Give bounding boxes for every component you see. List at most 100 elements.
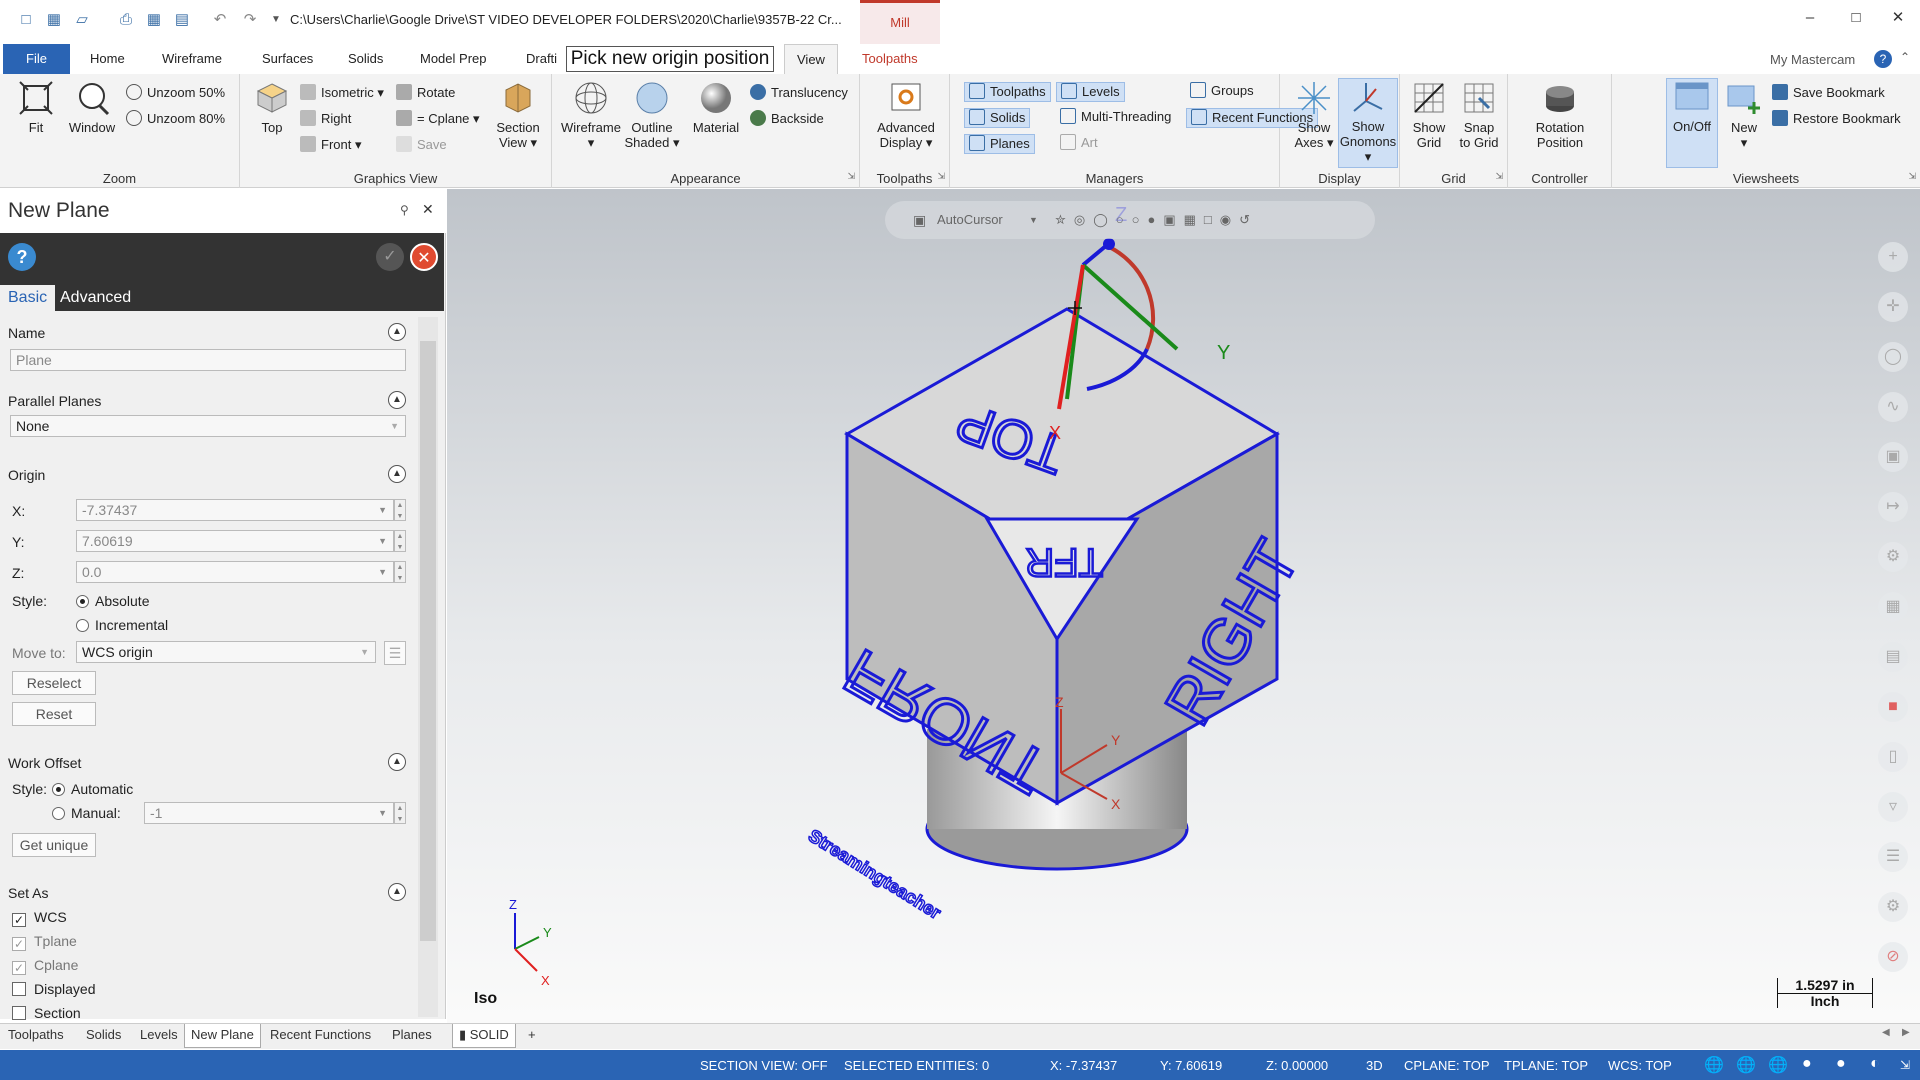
plane-name-field[interactable]: Plane	[10, 349, 406, 371]
tool-icon[interactable]: ⚙	[1878, 542, 1908, 572]
wcs-status[interactable]: WCS: TOP	[1608, 1058, 1672, 1073]
save-as-icon[interactable]: ▦	[144, 10, 164, 30]
folder-icon[interactable]: ▤	[172, 10, 192, 30]
set-as-tplane-checkbox[interactable]: ✓ Tplane	[12, 933, 77, 951]
sphere-icon[interactable]: ●	[1836, 1055, 1846, 1073]
collapse-icon[interactable]: ▲	[388, 391, 406, 409]
mill-context-tab[interactable]: Mill	[860, 0, 940, 44]
parallel-planes-select[interactable]: None ▼	[10, 415, 406, 437]
manual-radio[interactable]: Manual:	[52, 805, 121, 821]
tab-drafting[interactable]: Drafti	[514, 44, 569, 74]
layer-icon[interactable]: ▦	[1878, 592, 1908, 622]
minimize-icon[interactable]: –	[1790, 6, 1830, 30]
save-view-button[interactable]: Save	[396, 136, 447, 154]
show-gnomons-button[interactable]: Show Gnomons ▾	[1338, 78, 1398, 168]
my-mastercam-link[interactable]: My Mastercam	[1770, 52, 1855, 67]
help-icon[interactable]: ?	[1874, 50, 1892, 68]
origin-z-input[interactable]: 0.0 ▼	[76, 561, 394, 583]
close-icon[interactable]: ✕	[1878, 6, 1918, 30]
scroll-right-icon[interactable]: ▶	[1902, 1027, 1910, 1038]
print-icon[interactable]: ⎙	[116, 10, 136, 30]
orbit-icon[interactable]: ◯	[1878, 342, 1908, 372]
outline-shaded-button[interactable]: Outline Shaded ▾	[622, 80, 682, 150]
levels-manager-toggle[interactable]: Levels	[1056, 82, 1125, 102]
reset-button[interactable]: Reset	[12, 702, 96, 726]
panel-scrollbar[interactable]	[418, 317, 438, 1017]
y-spinner[interactable]: ▲ ▼	[394, 530, 406, 552]
bottom-tab-solids[interactable]: Solids	[86, 1027, 121, 1042]
bottom-tab-planes[interactable]: Planes	[392, 1027, 432, 1042]
set-as-cplane-checkbox[interactable]: ✓ Cplane	[12, 957, 78, 975]
undo-icon[interactable]: ↶	[210, 10, 230, 30]
chevron-down-icon[interactable]: ▼	[1029, 201, 1038, 239]
wireframe-button[interactable]: Wireframe ▾	[556, 80, 626, 150]
open-icon[interactable]: ▱	[72, 10, 92, 30]
bottom-tab-toolpaths[interactable]: Toolpaths	[8, 1027, 64, 1042]
window-zoom-button[interactable]: Window	[64, 80, 120, 135]
bottom-tab-new-plane[interactable]: New Plane	[184, 1024, 261, 1048]
tab-advanced[interactable]: Advanced	[52, 285, 139, 311]
shade-icon[interactable]: ■	[1878, 692, 1908, 722]
panel-close-icon[interactable]: ✕	[422, 201, 434, 218]
automatic-radio[interactable]: Automatic	[52, 781, 133, 797]
section-view-status[interactable]: SECTION VIEW: OFF	[700, 1058, 828, 1073]
z-spinner[interactable]: ▲ ▼	[394, 561, 406, 583]
get-unique-button[interactable]: Get unique	[12, 833, 96, 857]
fit-button[interactable]: Fit	[12, 80, 60, 135]
filter-icon[interactable]: ▿	[1878, 792, 1908, 822]
stack-icon[interactable]: ☰	[1878, 842, 1908, 872]
bottom-tab-recent-functions[interactable]: Recent Functions	[270, 1027, 371, 1042]
redo-icon[interactable]: ↷	[240, 10, 260, 30]
graphics-viewport[interactable]: TOP FRONT RIGHT TFR Z Y X Z Y X	[447, 189, 1920, 1023]
advanced-display-button[interactable]: Advanced Display ▾	[870, 80, 942, 150]
scroll-left-icon[interactable]: ◀	[1882, 1027, 1890, 1038]
cancel-icon[interactable]: ✕	[410, 243, 438, 271]
manual-offset-input[interactable]: -1 ▼	[144, 802, 394, 824]
top-view-button[interactable]: Top	[252, 80, 292, 135]
show-grid-button[interactable]: Show Grid	[1404, 80, 1454, 150]
tab-basic[interactable]: Basic	[0, 285, 56, 311]
tab-file[interactable]: File	[3, 44, 70, 74]
rotation-position-button[interactable]: Rotation Position	[1520, 80, 1600, 150]
collapse-icon[interactable]: ▲	[388, 465, 406, 483]
tab-home[interactable]: Home	[78, 44, 137, 74]
add-viewsheet-icon[interactable]: +	[528, 1027, 536, 1042]
set-as-displayed-checkbox[interactable]: Displayed	[12, 981, 95, 997]
measure-icon[interactable]: ↦	[1878, 492, 1908, 522]
collapse-icon[interactable]: ▲	[388, 753, 406, 771]
origin-x-input[interactable]: -7.37437 ▼	[76, 499, 394, 521]
origin-y-input[interactable]: 7.60619 ▼	[76, 530, 394, 552]
toolpaths-manager-toggle[interactable]: Toolpaths	[964, 82, 1051, 102]
new-file-icon[interactable]: □	[16, 10, 36, 30]
help-icon[interactable]: ?	[8, 243, 36, 271]
pin-icon[interactable]: ⚲	[400, 203, 409, 217]
translucency-button[interactable]: Translucency	[750, 84, 848, 102]
x-spinner[interactable]: ▲ ▼	[394, 499, 406, 521]
tab-view[interactable]: View	[784, 44, 838, 74]
art-manager-toggle[interactable]: Art	[1060, 134, 1098, 152]
set-as-wcs-checkbox[interactable]: ✓ WCS	[12, 909, 67, 927]
autocursor-label[interactable]: AutoCursor	[937, 201, 1003, 239]
rotate-button[interactable]: Rotate	[396, 84, 455, 102]
curve-icon[interactable]: ∿	[1878, 392, 1908, 422]
add-icon[interactable]: +	[1878, 242, 1908, 272]
material-button[interactable]: Material	[686, 80, 746, 135]
no-icon[interactable]: ⊘	[1878, 942, 1908, 972]
ruler-icon[interactable]: ▯	[1878, 742, 1908, 772]
groups-manager-toggle[interactable]: Groups	[1190, 82, 1254, 100]
manual-offset-spinner[interactable]: ▲ ▼	[394, 802, 406, 824]
pan-icon[interactable]: ✛	[1878, 292, 1908, 322]
settings-icon[interactable]: ⚙	[1878, 892, 1908, 922]
isometric-button[interactable]: Isometric ▾	[300, 84, 384, 102]
globe-icon[interactable]: 🌐	[1768, 1055, 1788, 1075]
new-viewsheet-button[interactable]: New ▾	[1722, 80, 1766, 150]
cplane-status[interactable]: CPLANE: TOP	[1404, 1058, 1490, 1073]
qa-dropdown-icon[interactable]: ▼	[266, 10, 286, 30]
tab-wireframe[interactable]: Wireframe	[150, 44, 234, 74]
multi-threading-toggle[interactable]: Multi-Threading	[1060, 108, 1171, 126]
right-view-button[interactable]: Right	[300, 110, 351, 128]
show-axes-button[interactable]: Show Axes ▾	[1292, 80, 1336, 150]
planes-manager-toggle[interactable]: Planes	[964, 134, 1035, 154]
collapse-icon[interactable]: ▲	[388, 883, 406, 901]
unzoom-50-button[interactable]: Unzoom 50%	[126, 84, 225, 102]
